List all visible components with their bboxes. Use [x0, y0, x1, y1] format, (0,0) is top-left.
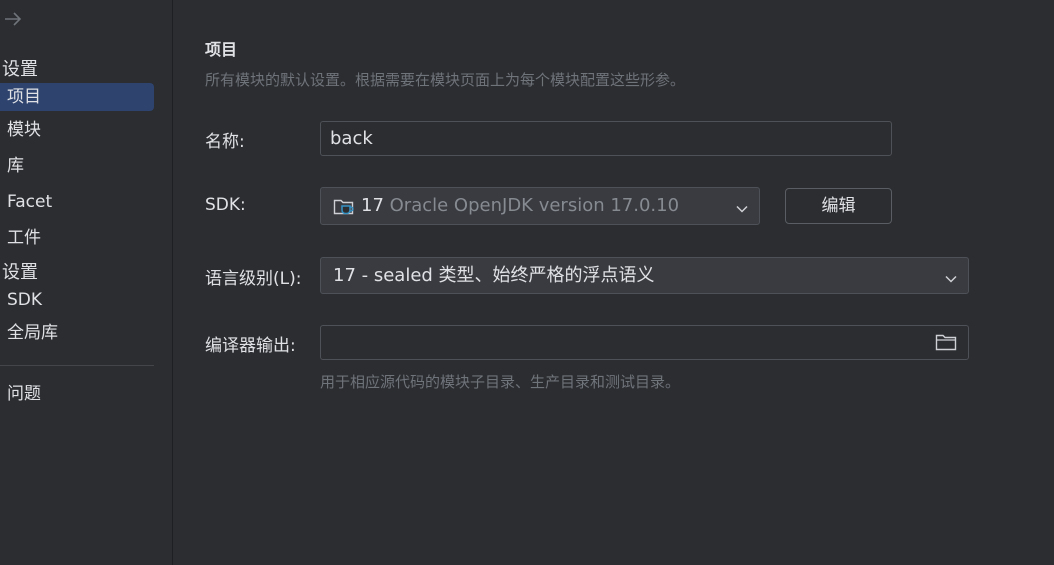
sidebar: 设置 项目 模块 库 Facet 工件 设置 SDK 全局库 问题 — [0, 0, 173, 565]
compiler-output-label: 编译器输出: — [205, 336, 296, 356]
sdk-version: 17 — [361, 195, 384, 216]
language-level-value: 17 - sealed 类型、始终严格的浮点语义 — [333, 265, 655, 286]
folder-icon[interactable] — [935, 333, 957, 356]
language-level-label: 语言级别(L): — [205, 269, 302, 289]
edit-sdk-button[interactable]: 编辑 — [785, 188, 892, 224]
sidebar-item-problems[interactable]: 问题 — [0, 380, 154, 408]
project-structure-window: 设置 项目 模块 库 Facet 工件 设置 SDK 全局库 问题 项目 所有模… — [0, 0, 1054, 565]
sidebar-item-project[interactable]: 项目 — [0, 83, 154, 111]
sidebar-divider — [0, 365, 154, 366]
language-level-combobox[interactable]: 17 - sealed 类型、始终严格的浮点语义 — [320, 257, 969, 294]
sidebar-item-artifacts[interactable]: 工件 — [0, 224, 154, 252]
name-label: 名称: — [205, 132, 245, 152]
page-title: 项目 — [205, 40, 238, 59]
page-description: 所有模块的默认设置。根据需要在模块页面上为每个模块配置这些形参。 — [205, 71, 686, 89]
sdk-label: SDK: — [205, 195, 246, 215]
sidebar-item-sdks[interactable]: SDK — [0, 286, 154, 314]
name-field[interactable]: back — [320, 121, 892, 156]
compiler-output-field[interactable] — [320, 325, 969, 360]
chevron-down-icon — [735, 200, 749, 214]
sidebar-section-platform-settings: 设置 — [2, 262, 38, 283]
forward-arrow-icon[interactable] — [2, 8, 24, 30]
sidebar-item-modules[interactable]: 模块 — [0, 116, 154, 144]
chevron-down-icon — [944, 270, 958, 284]
compiler-output-hint: 用于相应源代码的模块子目录、生产目录和测试目录。 — [320, 373, 681, 391]
sidebar-item-global-libraries[interactable]: 全局库 — [0, 319, 154, 347]
sdk-combobox[interactable]: 17 Oracle OpenJDK version 17.0.10 — [320, 187, 760, 225]
sidebar-section-project-settings: 设置 — [2, 59, 38, 80]
folder-cup-icon — [333, 197, 355, 222]
sdk-description: Oracle OpenJDK version 17.0.10 — [389, 195, 680, 216]
sidebar-item-facets[interactable]: Facet — [0, 188, 154, 216]
main-panel: 项目 所有模块的默认设置。根据需要在模块页面上为每个模块配置这些形参。 名称: … — [173, 0, 1054, 565]
sidebar-item-libraries[interactable]: 库 — [0, 152, 154, 180]
